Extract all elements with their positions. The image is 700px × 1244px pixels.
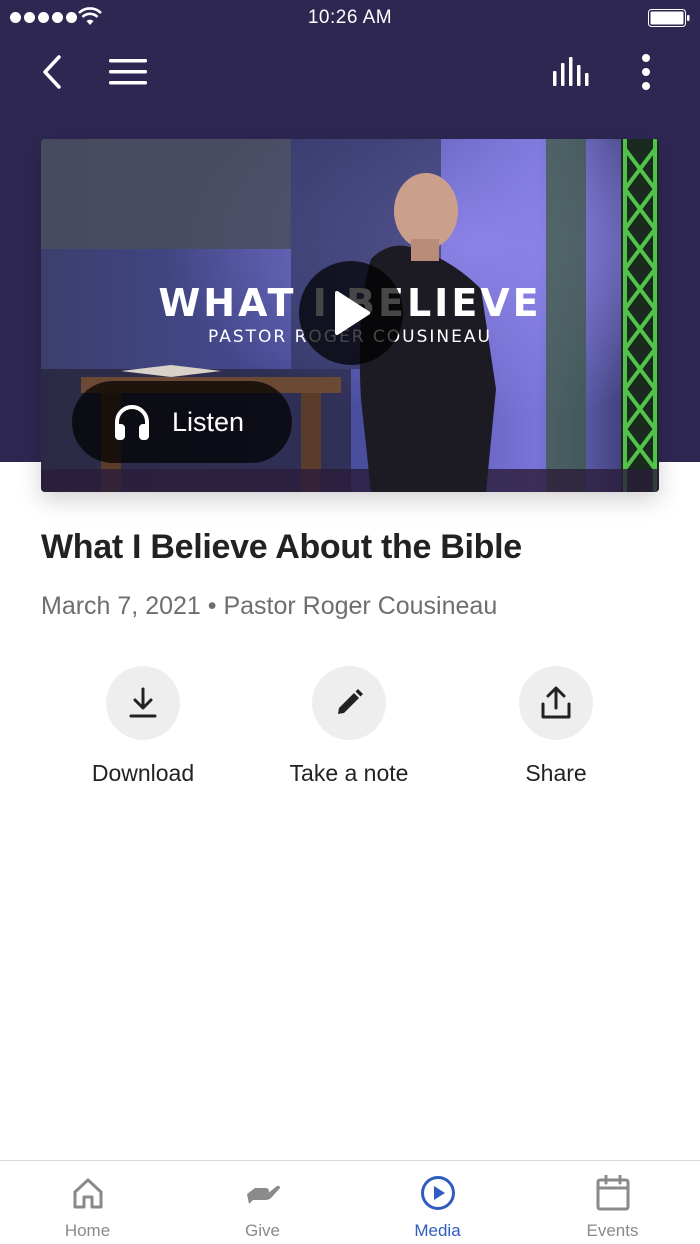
sermon-video-thumbnail[interactable]: WHAT I BELIEVE PASTOR ROGER COUSINEAU Li…: [41, 139, 659, 492]
sermon-title: What I Believe About the Bible: [41, 528, 522, 566]
tab-give[interactable]: Give: [175, 1161, 350, 1244]
play-circle-icon: [420, 1176, 455, 1210]
tab-events[interactable]: Events: [525, 1161, 700, 1244]
status-bar: 10:26 AM: [0, 0, 700, 36]
listen-label: Listen: [172, 406, 245, 437]
play-icon: [335, 291, 370, 335]
audio-levels-icon: [553, 57, 589, 86]
more-options-button[interactable]: [628, 50, 664, 94]
headphones-icon: [115, 405, 149, 440]
pencil-icon: [338, 689, 363, 714]
play-button[interactable]: [299, 261, 403, 365]
hamburger-menu-icon: [109, 59, 147, 85]
take-note-label: Take a note: [289, 760, 409, 786]
download-icon: [129, 687, 157, 718]
share-circle: [519, 666, 593, 740]
more-vertical-icon: [642, 54, 650, 90]
download-button[interactable]: Download: [63, 666, 223, 787]
download-circle: [106, 666, 180, 740]
audio-player-button[interactable]: [548, 50, 596, 94]
tab-media-label: Media: [414, 1221, 461, 1240]
back-button[interactable]: [30, 50, 74, 94]
tab-home[interactable]: Home: [0, 1161, 175, 1244]
menu-button[interactable]: [104, 50, 152, 94]
chevron-left-icon: [43, 55, 61, 89]
tab-events-label: Events: [586, 1221, 639, 1240]
status-time: 10:26 AM: [307, 7, 393, 28]
share-button[interactable]: Share: [476, 666, 636, 787]
download-label: Download: [91, 760, 195, 786]
tab-give-label: Give: [245, 1221, 280, 1240]
take-note-circle: [312, 666, 386, 740]
listen-button[interactable]: Listen: [72, 381, 292, 463]
tab-media[interactable]: Media: [350, 1161, 525, 1244]
sermon-meta: March 7, 2021 • Pastor Roger Cousineau: [41, 592, 498, 620]
calendar-icon: [596, 1175, 629, 1211]
share-label: Share: [525, 760, 587, 786]
share-icon: [541, 686, 571, 719]
bottom-tab-bar: Home Give Media Events: [0, 1160, 700, 1244]
tab-home-label: Home: [64, 1221, 111, 1240]
home-icon: [73, 1178, 102, 1209]
give-hand-icon: [246, 1185, 280, 1204]
battery-icon: [648, 9, 690, 27]
take-note-button[interactable]: Take a note: [269, 666, 429, 787]
